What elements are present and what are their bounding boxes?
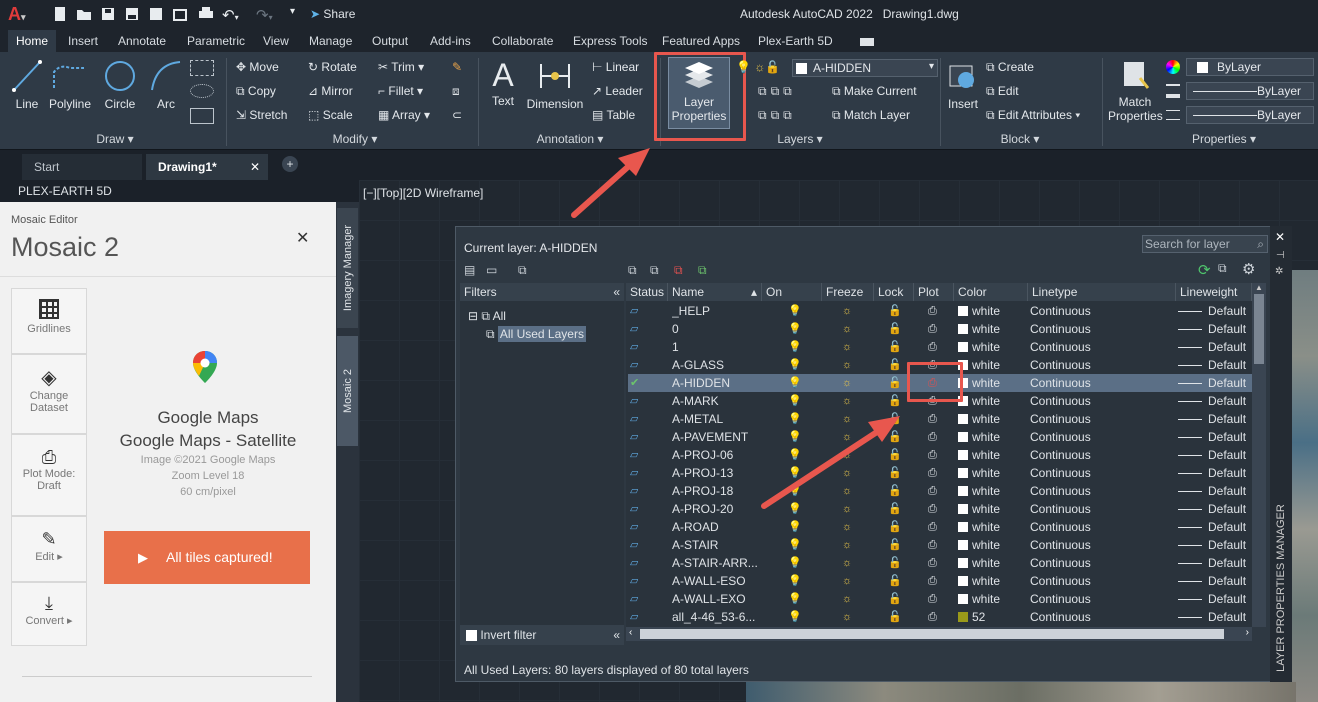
- arrow-to-plot-cell: [761, 427, 883, 509]
- annotation-arrows: [571, 148, 900, 509]
- arrow-to-layer-properties: [571, 162, 633, 218]
